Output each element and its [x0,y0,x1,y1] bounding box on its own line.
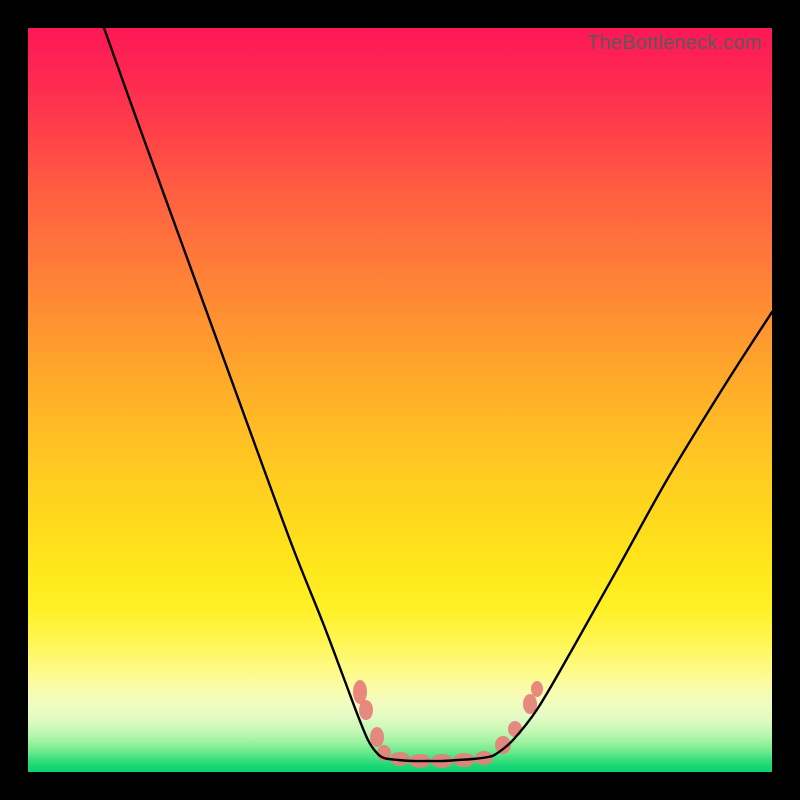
outer-frame: TheBottleneck.com [0,0,800,800]
chart-svg [28,28,772,772]
plot-area: TheBottleneck.com [28,28,772,772]
curve-marker [370,727,384,747]
curve-marker [508,721,522,737]
curve-marker [359,700,373,720]
markers-group [353,680,543,768]
bottleneck-curve [104,28,772,761]
curve-marker [531,681,543,697]
